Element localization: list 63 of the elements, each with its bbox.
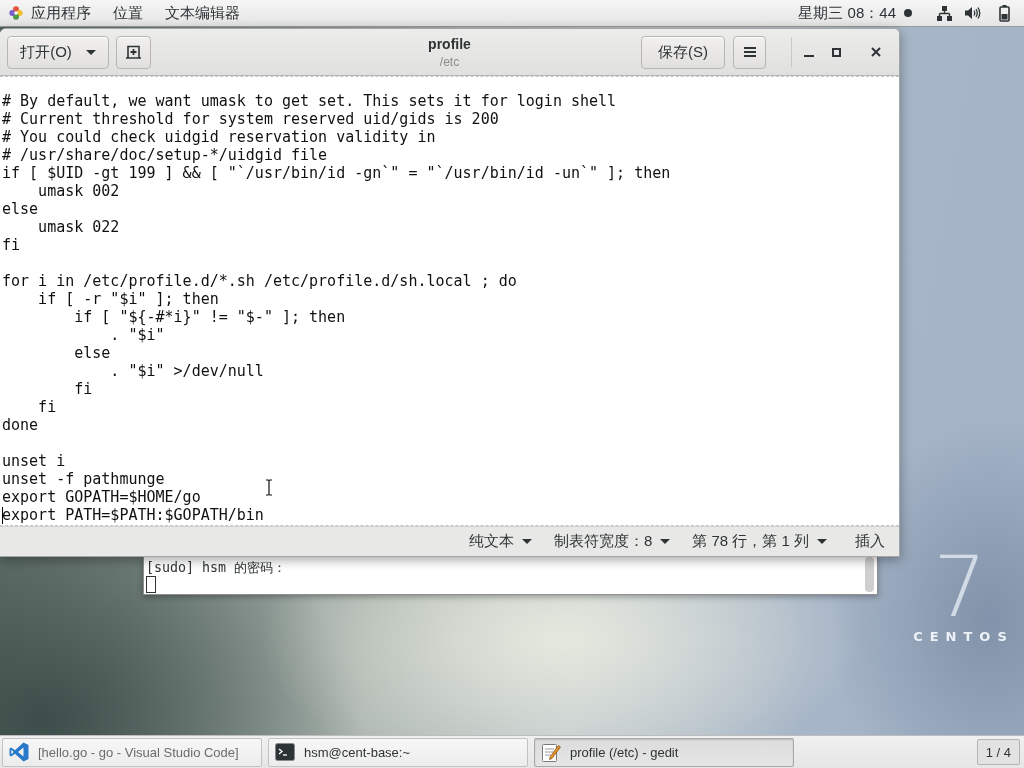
status-dropdown[interactable]: 纯文本 xyxy=(464,532,536,551)
workspace-indicator[interactable]: 1 / 4 xyxy=(976,739,1020,765)
caret-down-icon xyxy=(521,539,532,544)
code-line: else xyxy=(73,344,111,362)
maximize-icon xyxy=(831,47,841,57)
new-tab-button[interactable] xyxy=(116,35,151,69)
taskbar-item[interactable]: profile (/etc) - gedit xyxy=(534,737,794,767)
menu-button[interactable] xyxy=(733,35,766,69)
caret-down-icon xyxy=(85,49,96,55)
clock[interactable]: 星期三 08：44 xyxy=(798,0,896,26)
minimize-icon xyxy=(804,55,814,57)
taskbar-item[interactable]: [hello.go - go - Visual Studio Code] xyxy=(2,737,262,767)
code-line: fi xyxy=(2,236,21,254)
caret-down-icon xyxy=(660,539,671,544)
code-line: # Current threshold for system reserved uid/gids is 200 xyxy=(2,110,499,128)
code-line: export PATH=$PATH:$GOPATH/bin xyxy=(2,506,264,524)
code-line: if [ "${-#*i}" != "$-" ]; then xyxy=(73,308,346,326)
notification-dot-icon xyxy=(904,9,912,17)
code-line: # By default, we want umask to get set. This sets it for login shell xyxy=(2,92,617,110)
save-button[interactable]: 保存(S) xyxy=(641,35,725,69)
code-line: unset i xyxy=(2,452,66,470)
volume-icon[interactable] xyxy=(965,6,981,20)
code-line: if [ -r "$i" ]; then xyxy=(37,290,219,308)
network-icon[interactable] xyxy=(937,5,952,21)
battery-icon[interactable] xyxy=(999,4,1010,22)
logo-numeral: 7 xyxy=(933,545,987,629)
taskbar-item[interactable]: hsm@cent-base:~ xyxy=(268,737,528,767)
ibeam-pointer-icon xyxy=(265,479,273,496)
window-title: profile xyxy=(428,35,471,52)
menu-icon xyxy=(743,47,756,57)
text-editor[interactable] xyxy=(0,76,899,526)
top-menu-item[interactable]: 文本编辑器 xyxy=(154,0,251,26)
notepad-pencil-icon xyxy=(541,742,561,762)
code-line: . "$i" >/dev/null xyxy=(109,362,264,380)
code-line: else xyxy=(2,200,39,218)
status-label: 插入 xyxy=(855,532,885,551)
code-line: export GOPATH=$HOME/go xyxy=(2,488,201,506)
terminal-icon xyxy=(275,743,295,761)
logo-wordmark: CENTOS xyxy=(912,629,1014,644)
ribbon-icon xyxy=(9,742,29,762)
status-dropdown[interactable]: 制表符宽度：8 xyxy=(549,532,675,551)
code-line: for i in /etc/profile.d/*.sh /etc/profile.d/sh.local ; do xyxy=(2,272,517,290)
code-line: umask 002 xyxy=(37,182,120,200)
terminal-line: [sudo] hsm 的密码： xyxy=(146,559,288,576)
caret-down-icon xyxy=(817,539,827,544)
status-dropdown[interactable]: 第 78 行，第 1 列 xyxy=(688,532,831,551)
code-line: . "$i" xyxy=(109,326,165,344)
code-line: # /usr/share/doc/setup-*/uidgid file xyxy=(2,146,328,164)
code-line: fi xyxy=(73,380,93,398)
top-menu-item[interactable]: 位置 xyxy=(102,0,154,26)
code-line: umask 022 xyxy=(37,218,120,236)
tab-plus-icon xyxy=(126,45,141,59)
pinwheel-icon xyxy=(9,6,23,20)
code-line: unset -f pathmunge xyxy=(2,470,165,488)
code-line: fi xyxy=(37,398,57,416)
close-icon xyxy=(871,47,881,57)
code-line: if [ $UID -gt 199 ] && [ "`/usr/bin/id -gn`" = "`/usr/bin/id -un`" ]; then xyxy=(2,164,671,182)
open-button[interactable]: 打开(O) xyxy=(7,35,109,69)
scrollbar[interactable] xyxy=(865,557,874,592)
window-subtitle: /etc xyxy=(439,54,460,69)
code-line: done xyxy=(2,416,39,434)
code-line: # You could check uidgid reservation validity in xyxy=(2,128,436,146)
top-menu-item[interactable]: 应用程序 xyxy=(0,0,102,26)
